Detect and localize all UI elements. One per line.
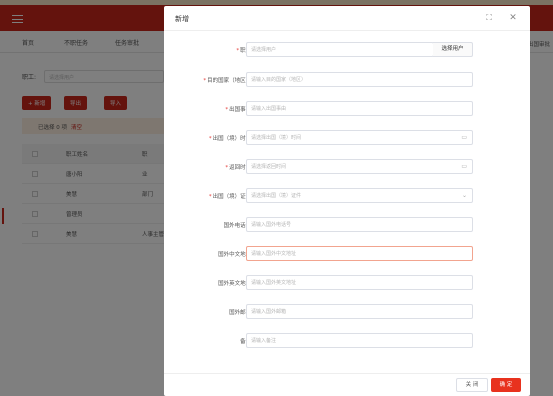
field-destination[interactable] [246,72,473,87]
field-reason[interactable] [246,101,473,116]
field-departure-time[interactable]: ▭ [246,130,473,145]
field-employee[interactable] [246,42,451,57]
form-row-phone: 国外电话号: [164,217,530,232]
close-icon[interactable]: ✕ [507,12,519,24]
field-phone[interactable] [246,217,473,232]
required-marker: * [225,107,229,113]
form-row-remark: 备注: [164,333,530,348]
dialog-title: 新增 [175,15,189,23]
field-cn-address[interactable] [246,246,473,261]
form-row-email: 国外邮箱: [164,304,530,319]
form-row-destination: *目的国家（地区）: [164,72,530,87]
field-document[interactable]: ⌄ [246,188,473,203]
select-user-button[interactable]: 选择用户 [433,42,473,57]
form-row-departure-time: *出国（境）时间:▭ [164,130,530,145]
fullscreen-icon[interactable]: ⛶ [483,12,495,24]
chevron-down-icon[interactable]: ⌄ [462,192,467,200]
form-row-employee: *职工:选择用户 [164,42,530,57]
email-input[interactable] [251,308,451,316]
field-remark[interactable] [246,333,473,348]
required-marker: * [208,136,212,142]
close-button[interactable]: 关 闭 [456,378,488,392]
phone-input[interactable] [251,221,451,229]
calendar-icon[interactable]: ▭ [461,134,467,142]
form-row-en-address: 国外英文地址: [164,275,530,290]
employee-input[interactable] [251,46,451,54]
field-email[interactable] [246,304,473,319]
add-dialog: 新增 ⛶ ✕ *职工:选择用户 *目的国家（地区）: *出国事由: *出国（境）时间:… [164,6,530,396]
field-en-address[interactable] [246,275,473,290]
form-row-cn-address: 国外中文地址: [164,246,530,261]
calendar-icon[interactable]: ▭ [461,163,467,171]
required-marker: * [203,78,207,84]
document-input[interactable] [251,192,451,200]
form-row-return-time: *返回时间:▭ [164,159,530,174]
remark-input[interactable] [251,337,451,345]
cn-address-input[interactable] [251,250,451,258]
required-marker: * [208,194,212,200]
return-time-input[interactable] [251,163,451,171]
form-row-document: *出国（境）证件:⌄ [164,188,530,203]
departure-time-input[interactable] [251,134,451,142]
required-marker: * [225,165,229,171]
confirm-button[interactable]: 确 定 [491,378,521,392]
field-return-time[interactable]: ▭ [246,159,473,174]
required-marker: * [236,48,240,54]
destination-input[interactable] [251,76,451,84]
reason-input[interactable] [251,105,451,113]
form-row-reason: *出国事由: [164,101,530,116]
en-address-input[interactable] [251,279,451,287]
dialog-footer: 关 闭 确 定 [164,373,530,396]
dialog-header: 新增 ⛶ ✕ [164,6,530,31]
